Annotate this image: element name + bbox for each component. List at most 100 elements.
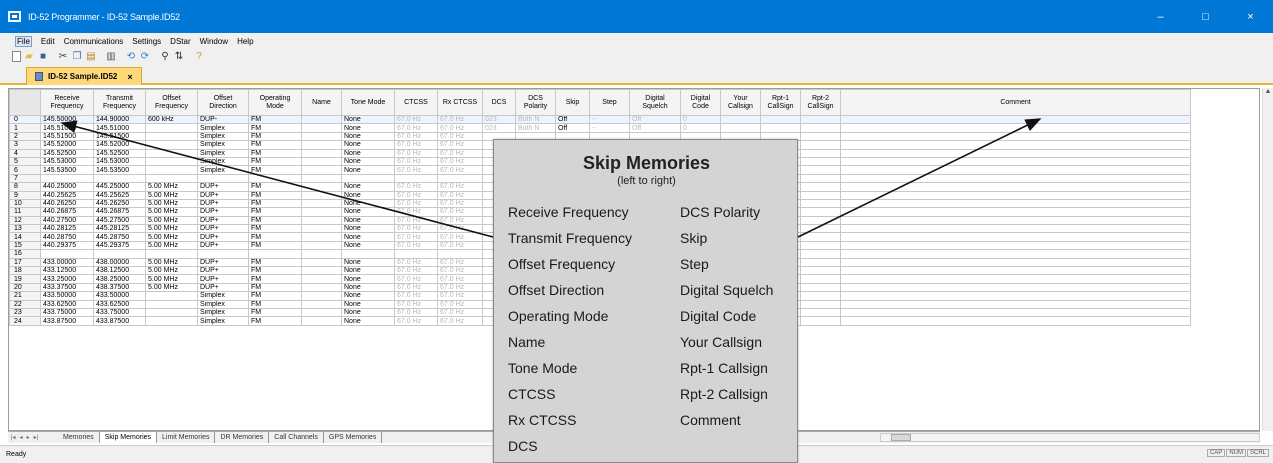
cell-dir[interactable]: DUP+ [197,282,249,293]
cell-mode[interactable]: FM [248,207,302,217]
sheet-tab-limit-memories[interactable]: Limit Memories [157,432,216,443]
cell-dir[interactable] [197,249,249,259]
cell-r2[interactable] [800,165,841,175]
cell-off[interactable]: 5.00 MHz [145,198,198,209]
sheet-tab-memories[interactable]: Memories [58,432,100,443]
cell-tx[interactable]: 433.87500 [93,316,146,326]
cell-rx[interactable]: 145.53500 [40,165,94,175]
cell-ctcss[interactable]: 67.0 Hz [394,307,438,318]
tab-close-icon[interactable]: × [127,72,132,82]
cell-dcode[interactable]: 0 [680,114,721,125]
cell-dir[interactable] [197,173,249,184]
cell-rxctcss[interactable]: 67.0 Hz [437,148,483,158]
paste-icon[interactable]: ▤ [85,51,97,62]
cell-mode[interactable]: FM [248,232,302,242]
cell-off[interactable]: 5.00 MHz [145,182,198,192]
maximize-button[interactable]: □ [1183,0,1228,33]
cell-comment[interactable] [840,156,1191,167]
column-header-rpt-1-callsign[interactable]: Rpt-1 CallSign [760,89,801,116]
cell-r2[interactable] [800,249,841,259]
cell-comment[interactable] [840,316,1191,326]
row-header[interactable]: 18 [9,266,41,276]
cell-off[interactable] [145,316,198,326]
cell-tx[interactable]: 145.53500 [93,165,146,175]
cell-ctcss[interactable]: 67.0 Hz [394,140,438,150]
cell-dir[interactable]: DUP+ [197,190,249,200]
cell-tx[interactable]: 145.51500 [93,131,146,142]
cell-tone[interactable]: None [341,316,395,326]
cell-ctcss[interactable]: 67.0 Hz [394,165,438,175]
cell-name[interactable] [301,266,342,276]
column-header-digital-code[interactable]: Digital Code [680,89,721,116]
column-header-receive-frequency[interactable]: Receive Frequency [40,89,94,116]
cell-dir[interactable]: Simplex [197,299,249,310]
cell-rx[interactable]: 145.53000 [40,156,94,167]
cell-rx[interactable]: 433.50000 [40,291,94,301]
cell-r2[interactable] [800,198,841,209]
cell-name[interactable] [301,240,342,251]
cell-mode[interactable]: FM [248,291,302,301]
menu-file[interactable]: File [15,35,32,47]
cell-tone[interactable]: None [341,123,395,133]
cell-tx[interactable]: 438.12500 [93,266,146,276]
cell-mode[interactable]: FM [248,156,302,167]
cell-dir[interactable]: DUP+ [197,266,249,276]
column-header-offset-frequency[interactable]: Offset Frequency [145,89,198,116]
cell-r2[interactable] [800,123,841,133]
cell-tone[interactable]: None [341,307,395,318]
cell-off[interactable] [145,148,198,158]
column-header-transmit-frequency[interactable]: Transmit Frequency [93,89,146,116]
cell-mode[interactable]: FM [248,140,302,150]
cell-off[interactable]: 5.00 MHz [145,282,198,293]
cell-comment[interactable] [840,165,1191,175]
cell-tone[interactable]: None [341,198,395,209]
cell-off[interactable] [145,173,198,184]
cell-off[interactable] [145,307,198,318]
column-header-tone-mode[interactable]: Tone Mode [341,89,395,116]
cell-rx[interactable]: 145.52000 [40,140,94,150]
cell-mode[interactable]: FM [248,198,302,209]
cell-ctcss[interactable]: 67.0 Hz [394,299,438,310]
cell-off[interactable] [145,123,198,133]
cell-dir[interactable]: Simplex [197,291,249,301]
cell-comment[interactable] [840,232,1191,242]
cell-mode[interactable]: FM [248,299,302,310]
cell-dsq[interactable]: Off [629,114,681,125]
cell-skip[interactable]: Off [555,123,590,133]
cell-rxctcss[interactable]: 67.0 Hz [437,257,483,268]
cell-name[interactable] [301,182,342,192]
cell-ctcss[interactable]: 67.0 Hz [394,291,438,301]
cell-name[interactable] [301,198,342,209]
cell-rxctcss[interactable]: 67.0 Hz [437,182,483,192]
cell-off[interactable]: 5.00 MHz [145,224,198,234]
cell-rxctcss[interactable]: 67.0 Hz [437,165,483,175]
cell-tone[interactable]: None [341,274,395,284]
column-header-dcs-polarity[interactable]: DCS Polarity [515,89,556,116]
cell-tx[interactable]: 445.25000 [93,182,146,192]
cell-tx[interactable]: 144.90000 [93,114,146,125]
menu-communications[interactable]: Communications [64,37,124,46]
cell-tone[interactable] [341,173,395,184]
grid-corner[interactable] [9,89,41,116]
cell-tone[interactable]: None [341,148,395,158]
cell-comment[interactable] [840,131,1191,142]
cell-comment[interactable] [840,257,1191,268]
cell-ctcss[interactable] [394,173,438,184]
cell-tx[interactable]: 445.26875 [93,207,146,217]
cell-rx[interactable]: 433.75000 [40,307,94,318]
cell-ctcss[interactable]: 67.0 Hz [394,182,438,192]
cell-tone[interactable] [341,249,395,259]
cell-tx[interactable]: 445.25625 [93,190,146,200]
cell-tone[interactable]: None [341,240,395,251]
cell-dir[interactable]: Simplex [197,307,249,318]
cell-mode[interactable]: FM [248,274,302,284]
row-header[interactable]: 23 [9,307,41,318]
column-header-comment[interactable]: Comment [840,89,1191,116]
cell-name[interactable] [301,156,342,167]
cell-tone[interactable]: None [341,114,395,125]
scroll-up-icon[interactable]: ▲ [1263,88,1273,99]
cell-ctcss[interactable] [394,249,438,259]
cell-comment[interactable] [840,182,1191,192]
menu-help[interactable]: Help [237,37,253,46]
sheet-nav-button[interactable]: |◂ [11,434,16,441]
